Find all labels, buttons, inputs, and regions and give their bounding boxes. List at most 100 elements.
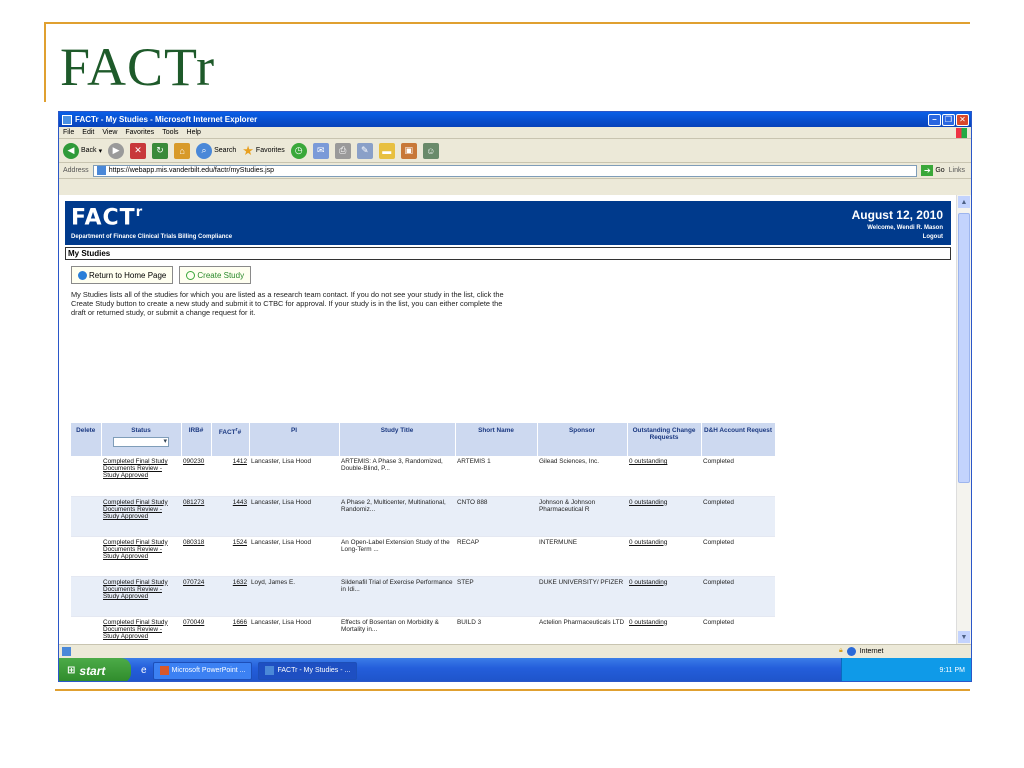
mail-icon[interactable]: ✉	[312, 142, 329, 159]
status-link[interactable]: Completed Final Study Documents Review -…	[103, 458, 168, 479]
short-name-cell: CNTO 888	[455, 496, 537, 537]
header-sponsor: Sponsor	[537, 423, 628, 456]
outstanding-link[interactable]: 0 outstanding	[629, 539, 667, 546]
status-cell: Completed Final Study Documents Review -…	[101, 576, 181, 617]
links-button[interactable]: Links	[949, 167, 965, 174]
scroll-thumb[interactable]	[958, 213, 970, 483]
fact-link[interactable]: 1524	[233, 539, 247, 546]
short-name-cell: BUILD 3	[455, 616, 537, 644]
sponsor-cell: Actelion Pharmaceuticals LTD	[539, 618, 625, 626]
outstanding-link[interactable]: 0 outstanding	[629, 458, 667, 465]
header-fact-suffix: #	[237, 429, 242, 437]
header-status-label: Status	[131, 427, 151, 434]
forward-icon[interactable]: ▶	[108, 142, 125, 159]
table-row: Completed Final Study Documents Review -…	[71, 576, 775, 617]
dh-status-cell: Completed	[703, 458, 734, 465]
short-name-cell: CNTO 888	[457, 498, 488, 506]
header-pi: PI	[249, 423, 340, 456]
header-delete: Delete	[71, 423, 102, 456]
irb-cell: 070724	[181, 576, 211, 617]
delete-cell	[71, 496, 101, 537]
research-icon[interactable]: ▣	[400, 142, 417, 159]
ie-quicklaunch-icon[interactable]: e	[141, 665, 147, 676]
outstanding-cell: 0 outstanding	[627, 456, 701, 497]
scroll-down-icon[interactable]: ▼	[958, 631, 970, 643]
refresh-icon[interactable]: ↻	[152, 142, 169, 159]
messenger-icon[interactable]: ☺	[422, 142, 439, 159]
header-fact-label: FACT	[218, 429, 236, 437]
study-title-cell: Effects of Bosentan on Morbidity & Morta…	[339, 616, 455, 644]
edit-icon[interactable]: ✎	[356, 142, 373, 159]
irb-link[interactable]: 081273	[183, 499, 204, 506]
menu-edit[interactable]: Edit	[82, 129, 94, 136]
go-button[interactable]: ➔ Go	[921, 165, 945, 176]
status-bar: 🔒︎ Internet	[59, 644, 971, 657]
status-link[interactable]: Completed Final Study Documents Review -…	[103, 619, 168, 640]
outstanding-link[interactable]: 0 outstanding	[629, 499, 667, 506]
task-powerpoint[interactable]: Microsoft PowerPoint ...	[152, 661, 253, 680]
irb-link[interactable]: 070049	[183, 619, 204, 626]
top-rule	[44, 22, 970, 24]
start-button[interactable]: ⊞ start	[59, 658, 131, 681]
fact-cell: 1632	[211, 576, 249, 617]
pi-cell: Lancaster, Lisa Hood	[251, 618, 312, 626]
scroll-up-icon[interactable]: ▲	[958, 196, 970, 208]
status-filter-select[interactable]	[113, 437, 169, 447]
status-link[interactable]: Completed Final Study Documents Review -…	[103, 539, 168, 560]
pi-cell: Lancaster, Lisa Hood	[251, 458, 312, 465]
maximize-button[interactable]: ❐	[942, 113, 955, 126]
home-icon[interactable]: ⌂	[174, 142, 191, 159]
study-title-cell: Sildenafil Trial of Exercise Performance…	[341, 578, 453, 593]
task-ie-label: FACTr - My Studies - ...	[277, 667, 351, 674]
fact-link[interactable]: 1632	[233, 579, 247, 586]
address-input[interactable]: https://webapp.mis.vanderbilt.edu/factr/…	[92, 164, 918, 177]
menu-help[interactable]: Help	[187, 129, 201, 136]
table-row: Completed Final Study Documents Review -…	[71, 616, 775, 644]
short-name-cell: STEP	[457, 578, 474, 586]
menu-tools[interactable]: Tools	[162, 129, 178, 136]
vertical-scrollbar[interactable]: ▲ ▼	[956, 195, 971, 644]
page-status-icon	[62, 646, 71, 656]
fact-link[interactable]: 1443	[233, 499, 247, 506]
menu-view[interactable]: View	[102, 129, 117, 136]
action-buttons: Return to Home Page Create Study	[71, 266, 957, 284]
status-cell: Completed Final Study Documents Review -…	[101, 496, 181, 537]
table-row: Completed Final Study Documents Review -…	[71, 496, 775, 537]
logout-link[interactable]: Logout	[923, 234, 943, 240]
header-status: Status	[101, 423, 182, 456]
header-irb: IRB#	[181, 423, 212, 456]
left-rule	[44, 22, 46, 102]
irb-link[interactable]: 090230	[183, 458, 204, 465]
study-title-cell: An Open-Label Extension Study of the Lon…	[341, 538, 450, 553]
history-icon[interactable]: ◷	[290, 142, 307, 159]
status-link[interactable]: Completed Final Study Documents Review -…	[103, 579, 168, 600]
outstanding-link[interactable]: 0 outstanding	[629, 579, 667, 586]
search-button[interactable]: ⌕ Search	[196, 142, 236, 159]
outstanding-cell: 0 outstanding	[627, 496, 701, 537]
irb-link[interactable]: 080318	[183, 539, 204, 546]
return-home-button[interactable]: Return to Home Page	[71, 266, 174, 284]
fact-link[interactable]: 1666	[233, 619, 247, 626]
fact-link[interactable]: 1412	[233, 458, 247, 465]
menu-favorites[interactable]: Favorites	[125, 129, 154, 136]
print-icon[interactable]: ⎙	[334, 142, 351, 159]
menu-file[interactable]: File	[63, 129, 74, 136]
folder-icon[interactable]: ▬	[378, 142, 395, 159]
go-label: Go	[935, 167, 945, 174]
irb-cell: 080318	[181, 536, 211, 577]
irb-link[interactable]: 070724	[183, 579, 204, 586]
minimize-button[interactable]: –	[928, 113, 941, 126]
close-button[interactable]: ✕	[956, 113, 969, 126]
task-ie[interactable]: FACTr - My Studies - ...	[258, 661, 358, 680]
status-link[interactable]: Completed Final Study Documents Review -…	[103, 499, 168, 520]
toolbar: ◀ Back ▾ ▶ ✕ ↻ ⌂ ⌕ Search ★ Favorites ◷ …	[59, 139, 971, 163]
back-button[interactable]: ◀ Back ▾	[63, 142, 102, 159]
create-study-button[interactable]: Create Study	[179, 266, 252, 284]
favorites-button[interactable]: ★ Favorites	[242, 143, 284, 159]
create-study-label: Create Study	[197, 270, 245, 280]
globe-icon	[846, 646, 856, 656]
outstanding-link[interactable]: 0 outstanding	[629, 619, 667, 626]
dh-status-cell: Completed	[703, 498, 734, 506]
stop-icon[interactable]: ✕	[130, 142, 147, 159]
return-home-label: Return to Home Page	[89, 270, 167, 280]
